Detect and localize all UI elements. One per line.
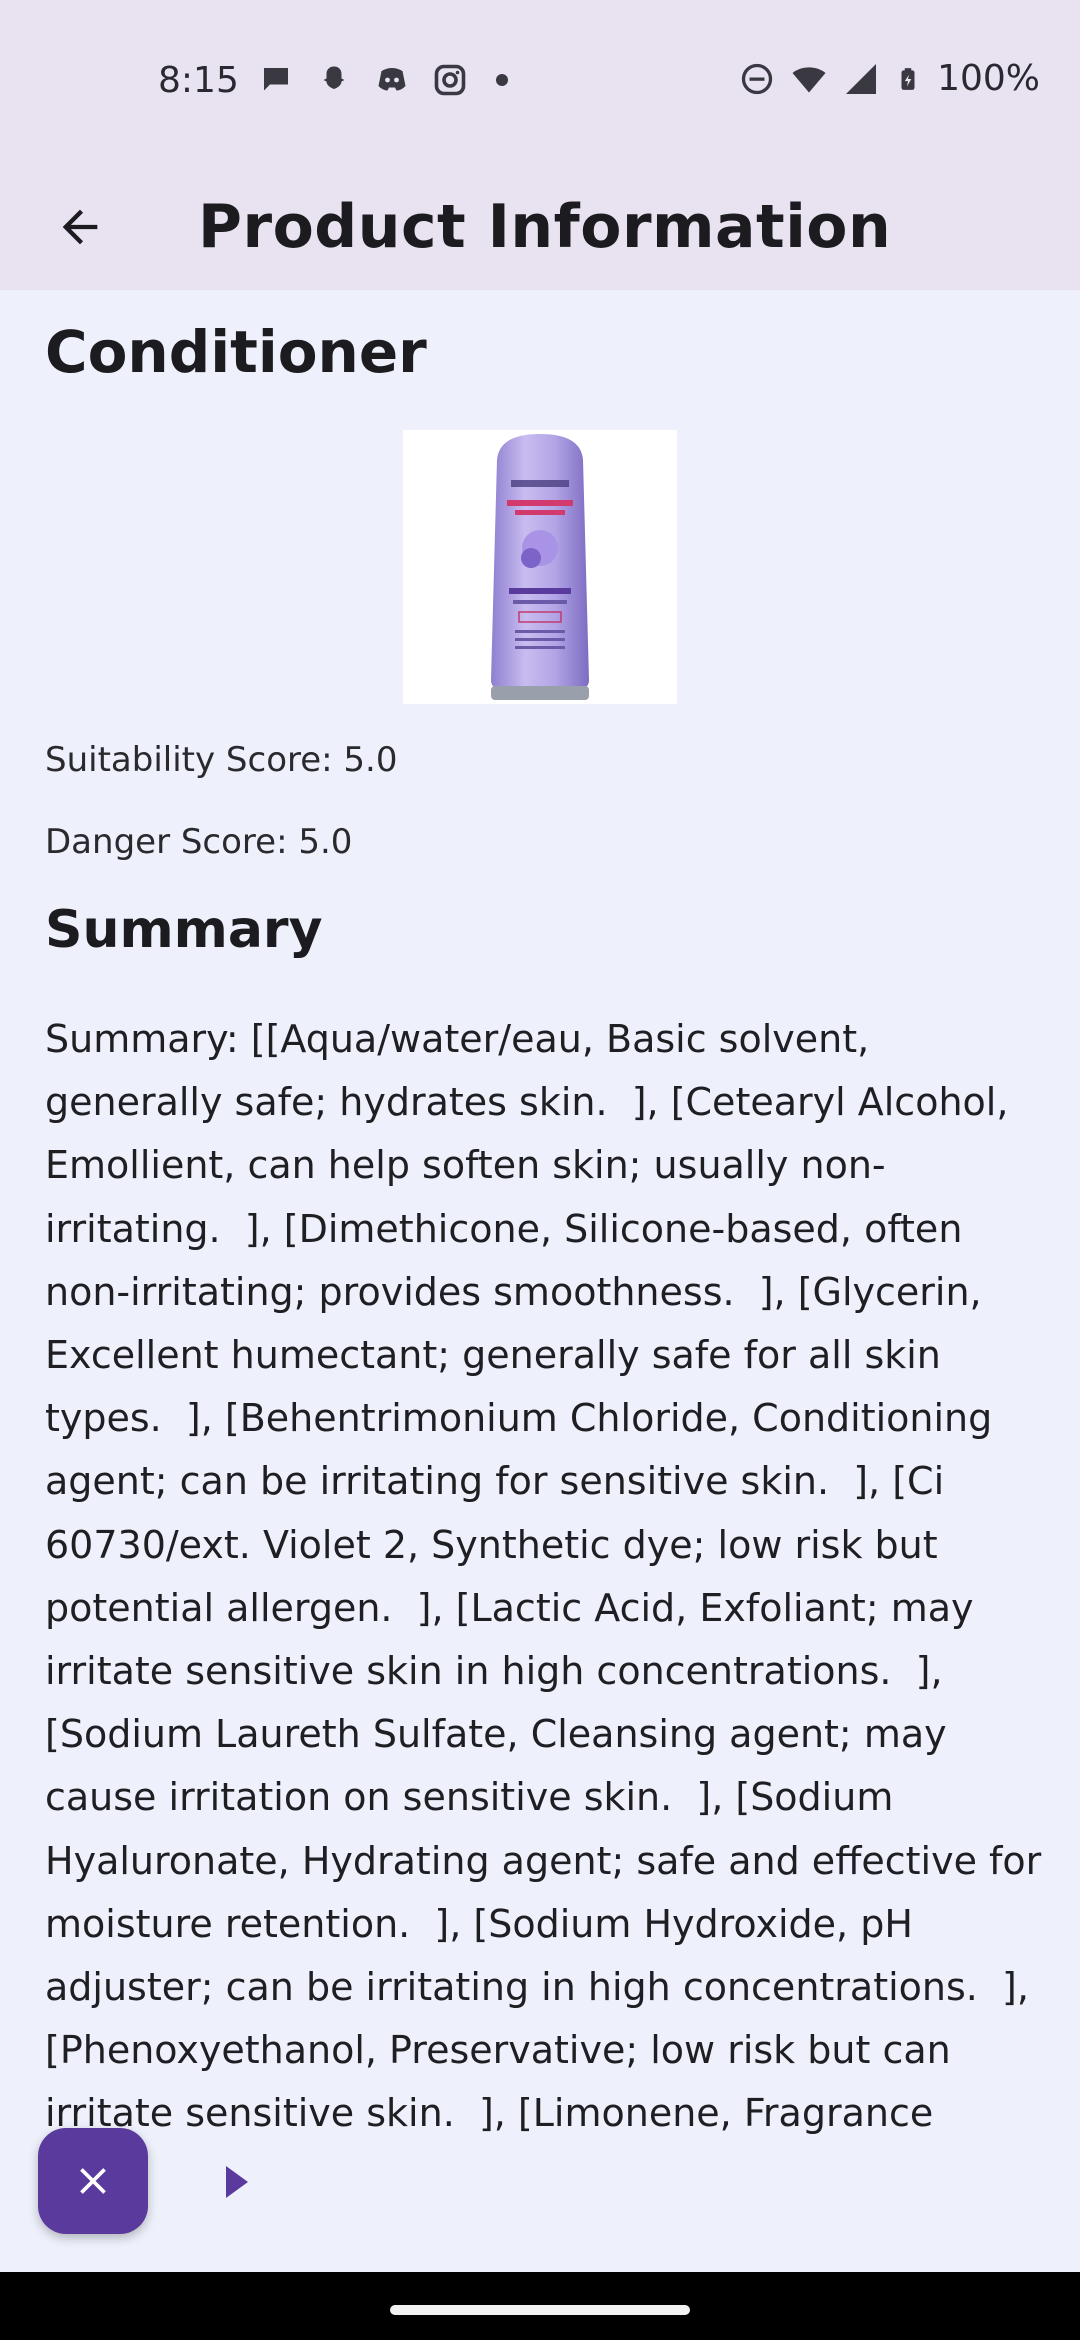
battery-icon	[901, 67, 915, 90]
dot-icon	[496, 74, 508, 86]
navigation-bar	[0, 2272, 1080, 2340]
battery-percentage: 100%	[937, 58, 1040, 99]
dnd-icon	[741, 63, 773, 94]
snapchat-icon	[323, 66, 345, 89]
danger-score: Danger Score: 5.0	[45, 822, 353, 862]
system-icons: 100%	[739, 58, 1040, 99]
app-bar: Product Information	[0, 165, 1080, 290]
discord-icon	[378, 68, 406, 91]
status-time: 8:15	[158, 60, 239, 101]
status-bar: 8:15 100%	[0, 0, 1080, 165]
close-icon	[80, 2168, 106, 2194]
wifi-icon	[792, 66, 826, 92]
chat-icon	[264, 68, 288, 91]
play-arrow-icon	[226, 2166, 248, 2198]
conditioner-bottle-image	[403, 430, 677, 704]
instagram-icon	[434, 64, 466, 96]
home-gesture-handle[interactable]	[390, 2305, 690, 2315]
close-fab-button[interactable]	[38, 2128, 148, 2234]
summary-text: Summary: [[Aqua/water/eau, Basic solvent…	[45, 1017, 1054, 2136]
back-button[interactable]	[40, 187, 120, 267]
arrow-back-icon	[62, 209, 98, 245]
product-details[interactable]: Conditioner Suitability Score: 5.0 Dange…	[0, 290, 1080, 2272]
signal-icon	[846, 63, 877, 94]
page-title: Product Information	[198, 192, 892, 262]
suitability-score: Suitability Score: 5.0	[45, 740, 398, 780]
notification-icons	[258, 62, 508, 98]
product-name: Conditioner	[45, 318, 427, 386]
summary-heading: Summary	[45, 900, 323, 960]
